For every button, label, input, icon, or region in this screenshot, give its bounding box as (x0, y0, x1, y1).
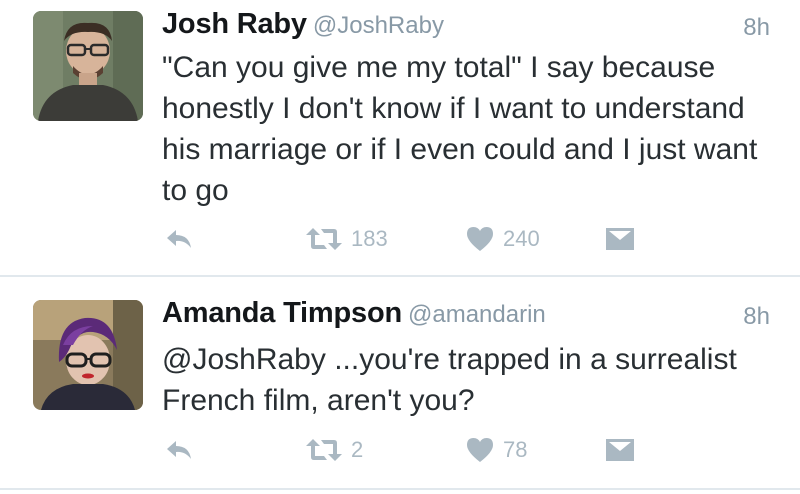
message-button[interactable] (605, 222, 635, 256)
reply-icon (167, 441, 191, 459)
like-button[interactable]: 78 (465, 433, 527, 467)
heart-icon (467, 438, 493, 462)
envelope-icon (606, 439, 634, 461)
like-button[interactable]: 240 (465, 222, 540, 256)
tweet-header: Josh Raby @JoshRaby 8h (162, 8, 770, 48)
envelope-icon (606, 228, 634, 250)
message-button[interactable] (605, 433, 635, 467)
tweet-actions: 183 240 (165, 222, 685, 256)
retweet-icon (306, 228, 342, 250)
heart-icon (467, 227, 493, 251)
retweet-count: 2 (351, 437, 364, 462)
tweet-header: Amanda Timpson @amandarin 8h (162, 297, 770, 337)
avatar[interactable] (33, 300, 143, 410)
retweet-button[interactable]: 2 (305, 433, 363, 467)
tweet[interactable]: Amanda Timpson @amandarin 8h @JoshRaby ..… (0, 277, 800, 494)
user-name[interactable]: Amanda Timpson (162, 297, 402, 329)
timestamp[interactable]: 8h (743, 14, 770, 42)
retweet-button[interactable]: 183 (305, 222, 388, 256)
retweet-count: 183 (351, 226, 388, 251)
tweet-divider (0, 488, 800, 490)
avatar[interactable] (33, 11, 143, 121)
like-count: 78 (503, 437, 528, 462)
retweet-icon (306, 439, 342, 461)
tweet-actions: 2 78 (165, 433, 685, 467)
tweet[interactable]: Josh Raby @JoshRaby 8h "Can you give me m… (0, 0, 800, 276)
reply-button[interactable] (165, 222, 193, 256)
like-count: 240 (503, 226, 540, 251)
tweet-text: "Can you give me my total" I say because… (162, 51, 758, 207)
timestamp[interactable]: 8h (743, 303, 770, 331)
user-name[interactable]: Josh Raby (162, 8, 307, 40)
user-handle[interactable]: @JoshRaby (313, 12, 444, 39)
reply-icon (167, 230, 191, 248)
reply-button[interactable] (165, 433, 193, 467)
user-handle[interactable]: @amandarin (408, 301, 546, 328)
tweet-text: @JoshRaby ...you're trapped in a surreal… (162, 343, 737, 417)
